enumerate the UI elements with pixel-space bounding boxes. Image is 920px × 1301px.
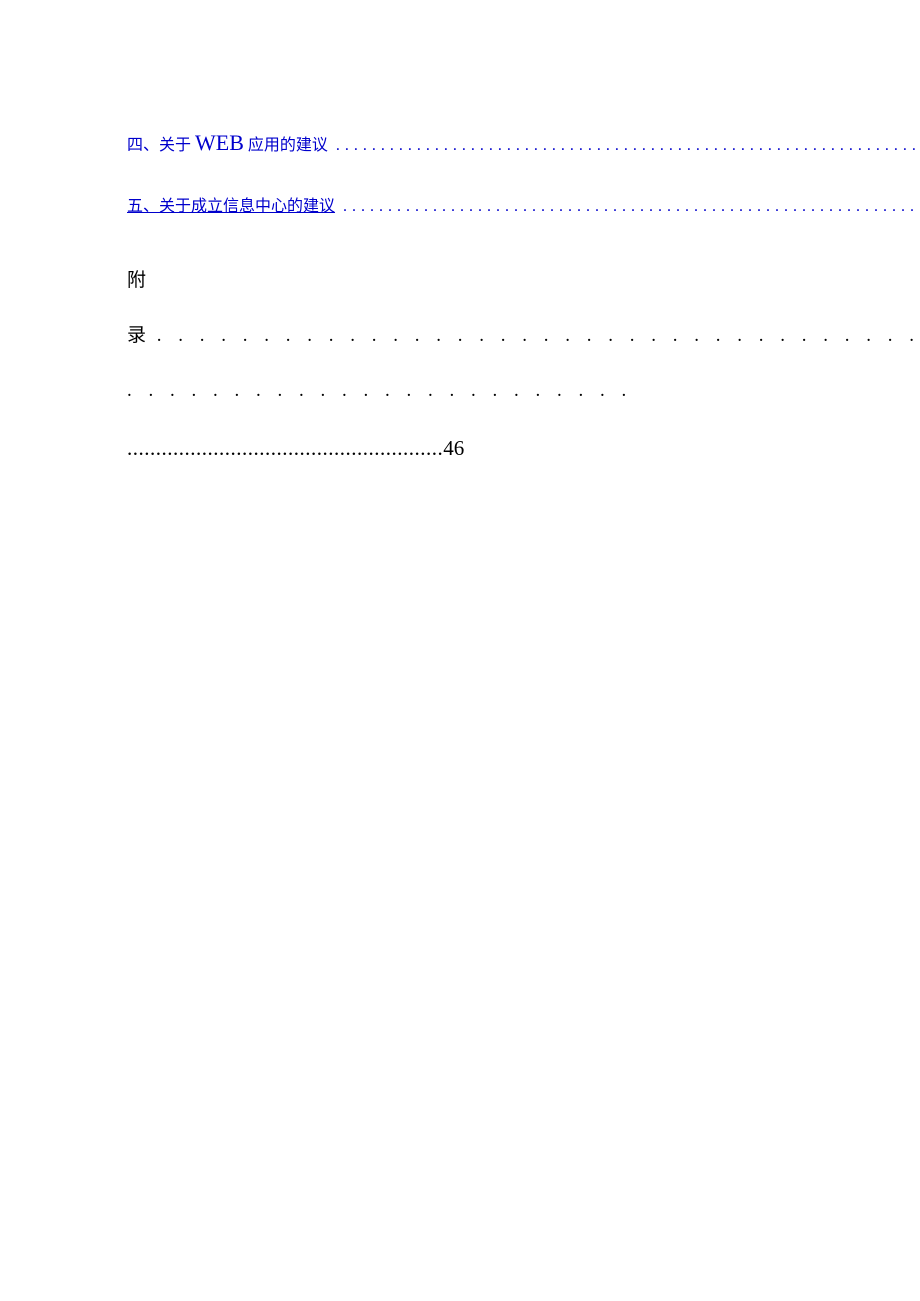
appendix-section: 附 录 . . . . . . . . . . . . . . . . . . … [127, 253, 920, 479]
toc-link-info-center[interactable]: 五、关于成立信息中心的建议 [127, 192, 335, 216]
toc-dots [335, 198, 920, 217]
toc-prefix: 四、关于 [127, 137, 195, 154]
toc-entry-info-center[interactable]: 五、关于成立信息中心的建议 [127, 192, 920, 217]
toc-big-word: WEB [195, 130, 244, 155]
appendix-page-number: 46 [443, 436, 464, 460]
appendix-page-line: ........................................… [127, 418, 920, 479]
toc-dots [328, 137, 920, 156]
toc-suffix: 应用的建议 [244, 137, 328, 154]
toc-link-web[interactable]: 四、关于 WEB 应用的建议 [127, 130, 328, 156]
appendix-char-1: 附 [127, 253, 146, 308]
document-page: 四、关于 WEB 应用的建议 五、关于成立信息中心的建议 附 录 . . . .… [0, 0, 920, 479]
appendix-dots-line2: ........................................… [127, 436, 443, 460]
appendix-dots-line1: . . . . . . . . . . . . . . . . . . . . … [127, 325, 920, 401]
appendix-char-2: 录 [127, 308, 146, 363]
toc-entry-web[interactable]: 四、关于 WEB 应用的建议 [127, 130, 920, 156]
